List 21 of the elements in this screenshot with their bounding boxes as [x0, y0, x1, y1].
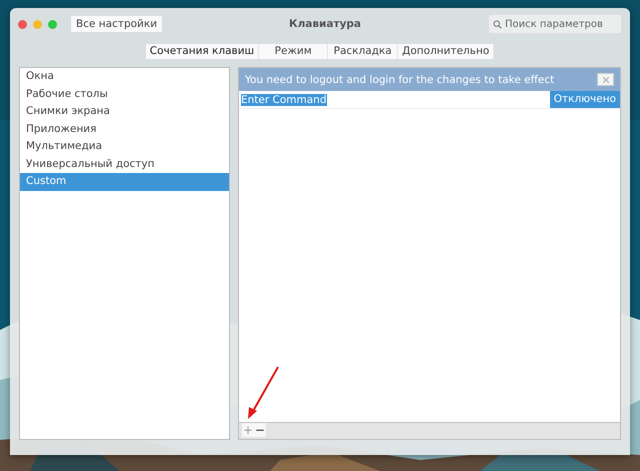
search-field[interactable]: Поиск параметров	[488, 14, 622, 34]
close-button[interactable]	[597, 73, 614, 86]
close-window-icon[interactable]	[18, 20, 27, 28]
window-title: Клавиатура	[288, 18, 362, 30]
sidebar-item[interactable]: Окна	[20, 68, 229, 86]
search-icon	[493, 18, 502, 30]
tab[interactable]: Дополнительно	[398, 44, 494, 59]
sidebar-item[interactable]: Универсальный доступ	[20, 156, 229, 173]
sidebar-item[interactable]: Снимки экрана	[20, 103, 229, 120]
close-icon	[602, 76, 608, 82]
sidebar-item[interactable]: Рабочие столы	[20, 86, 229, 103]
sidebar-item[interactable]: Мультимедиа	[20, 138, 229, 156]
sidebar-item[interactable]: Приложения	[20, 120, 229, 138]
tab[interactable]: Режим	[259, 44, 328, 59]
maximize-window-icon[interactable]	[48, 20, 57, 28]
tab[interactable]: Раскладка	[328, 44, 398, 59]
back-button[interactable]: Все настройки	[71, 16, 162, 32]
toolbar-button[interactable]: −	[254, 423, 266, 437]
minimize-window-icon[interactable]	[33, 20, 42, 28]
tab[interactable]: Сочетания клавиш	[146, 44, 260, 59]
info-message: You need to logout and login for the changes to take effect	[245, 74, 556, 86]
